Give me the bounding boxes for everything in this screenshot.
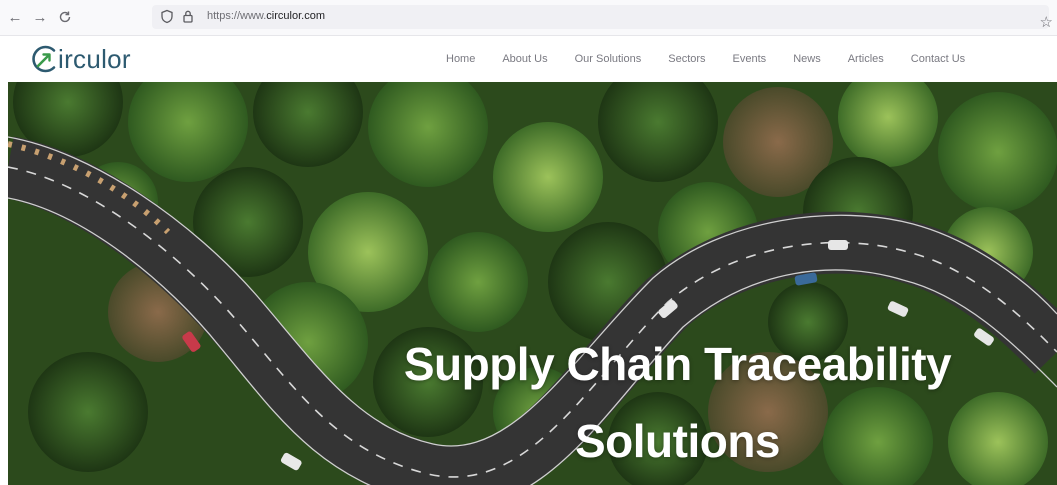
nav-sectors[interactable]: Sectors xyxy=(668,53,705,65)
forward-arrow-icon[interactable]: → xyxy=(31,8,49,26)
reload-icon[interactable] xyxy=(56,8,74,26)
logo-c-icon xyxy=(32,45,56,73)
hero-title-line1: Supply Chain Traceability xyxy=(403,338,952,390)
back-arrow-icon[interactable]: ← xyxy=(6,8,24,26)
hero-banner: Supply Chain Traceability Solutions xyxy=(8,82,1057,485)
url-domain: circulor.com xyxy=(266,10,325,22)
logo-text: irculor xyxy=(58,43,131,74)
hero-title-line2: Solutions xyxy=(574,415,781,467)
logo[interactable]: irculor xyxy=(30,42,131,76)
url-text[interactable]: https://www.circulor.com xyxy=(207,10,325,22)
nav-home[interactable]: Home xyxy=(446,53,475,65)
nav-our-solutions[interactable]: Our Solutions xyxy=(575,53,642,65)
browser-toolbar: ← → https://www.circulor.com ☆ xyxy=(0,0,1057,36)
site-header: irculor Home About Us Our Solutions Sect… xyxy=(0,36,1057,82)
lock-icon[interactable] xyxy=(182,9,194,29)
star-icon[interactable]: ☆ xyxy=(1040,13,1053,31)
shield-icon[interactable] xyxy=(160,9,174,29)
nav-articles[interactable]: Articles xyxy=(848,53,884,65)
nav-news[interactable]: News xyxy=(793,53,821,65)
nav-contact-us[interactable]: Contact Us xyxy=(911,53,965,65)
url-prefix: https://www. xyxy=(207,10,267,22)
main-navigation: Home About Us Our Solutions Sectors Even… xyxy=(446,36,992,82)
nav-about-us[interactable]: About Us xyxy=(502,53,547,65)
address-bar[interactable]: https://www.circulor.com ☆ xyxy=(152,5,1053,31)
nav-events[interactable]: Events xyxy=(733,53,767,65)
